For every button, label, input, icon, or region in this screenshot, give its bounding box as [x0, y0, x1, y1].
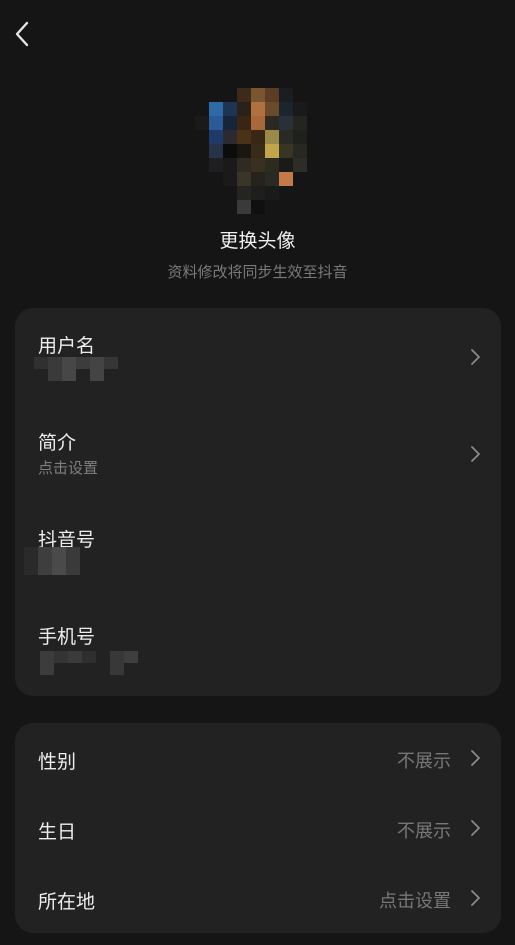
bio-value: 点击设置	[38, 459, 99, 477]
douyin-id-value-blurred	[24, 547, 80, 575]
chevron-right-icon	[471, 750, 480, 766]
row-birthday[interactable]: 生日 不展示	[15, 793, 501, 863]
personal-details-card: 性别 不展示 生日 不展示 所在地 点击设置	[15, 723, 501, 933]
chevron-right-icon	[471, 820, 480, 836]
phone-label: 手机号	[38, 626, 96, 648]
sync-notice: 资料修改将同步生效至抖音	[167, 263, 348, 281]
username-value-blurred	[34, 357, 118, 381]
profile-info-card: 用户名 简介 点击设置 抖音号 手机号	[15, 308, 501, 696]
row-douyin-id: 抖音号	[15, 502, 501, 599]
birthday-label: 生日	[38, 821, 77, 843]
chevron-right-icon	[471, 446, 480, 462]
avatar-image	[195, 88, 321, 214]
username-label: 用户名	[38, 335, 96, 357]
location-label: 所在地	[38, 891, 96, 913]
row-username[interactable]: 用户名	[15, 308, 501, 405]
location-value: 点击设置	[379, 891, 451, 912]
chevron-right-icon	[471, 349, 480, 365]
row-phone: 手机号	[15, 599, 501, 696]
change-avatar-button[interactable]: 更换头像	[0, 226, 515, 253]
chevron-right-icon	[471, 890, 480, 906]
row-location[interactable]: 所在地 点击设置	[15, 863, 501, 933]
row-gender[interactable]: 性别 不展示	[15, 723, 501, 793]
row-bio[interactable]: 简介 点击设置	[15, 405, 501, 502]
bio-label: 简介	[38, 432, 77, 454]
back-button[interactable]	[8, 18, 36, 50]
birthday-value: 不展示	[397, 821, 451, 842]
phone-value-blurred	[40, 651, 138, 675]
gender-value: 不展示	[397, 751, 451, 772]
avatar[interactable]	[195, 88, 321, 214]
gender-label: 性别	[38, 751, 77, 773]
chevron-left-icon	[15, 21, 29, 47]
